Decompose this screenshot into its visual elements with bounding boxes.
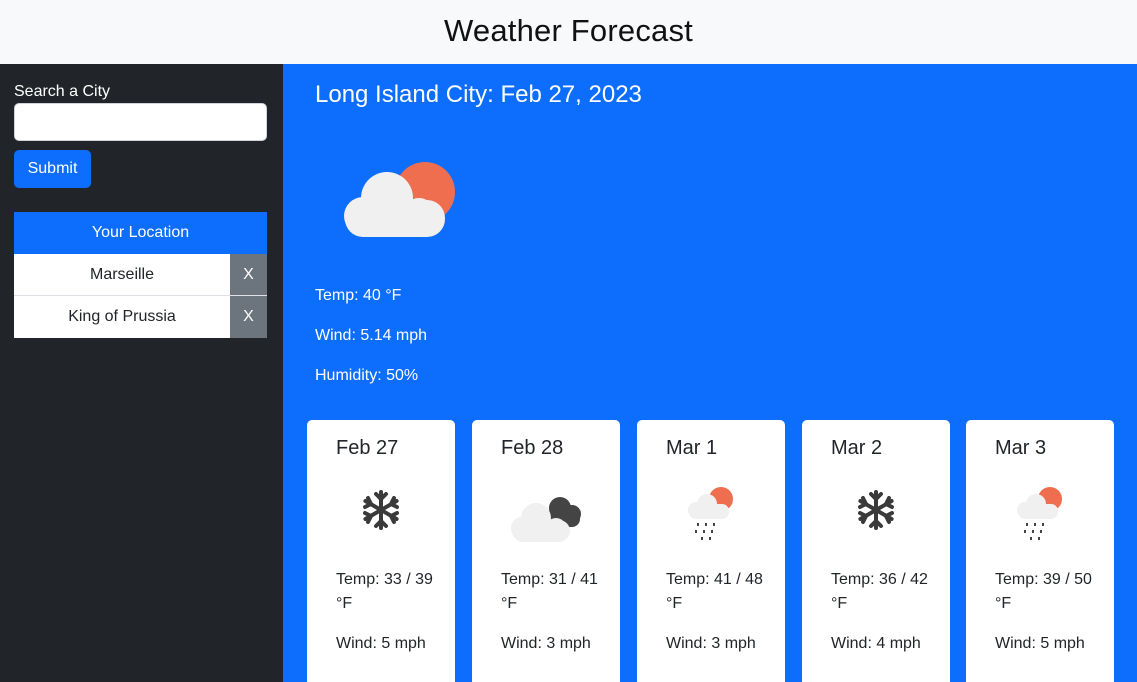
saved-locations-list: Your Location Marseille X King of Prussi… (14, 212, 267, 338)
snow-icon (802, 486, 950, 546)
rain-sun-icon (966, 486, 1114, 546)
search-label: Search a City (14, 83, 111, 100)
current-temp: Temp: 40 °F (315, 287, 402, 304)
forecast-card: Feb 27 Temp: 33 / 39 °F Wind: 5 mph (307, 420, 455, 682)
forecast-wind: Wind: 5 mph (995, 635, 1085, 652)
forecast-temp: Temp: 39 / 50 °F (995, 571, 1092, 612)
city-search-input[interactable] (14, 103, 267, 141)
forecast-card: Mar 3 Temp: 39 / 50 °F Wind: 5 mph (966, 420, 1114, 682)
location-item: Marseille X (14, 254, 267, 296)
forecast-card: Mar 2 Temp: 36 / 42 °F Wind: 4 mph (802, 420, 950, 682)
location-item-marseille[interactable]: Marseille (14, 254, 230, 295)
sidebar: Search a City Submit Your Location Marse… (0, 64, 283, 682)
forecast-date: Mar 2 (831, 437, 883, 459)
submit-button[interactable]: Submit (14, 150, 91, 188)
forecast-date: Mar 1 (666, 437, 718, 459)
forecast-date: Feb 28 (501, 437, 564, 459)
forecast-wind: Wind: 3 mph (666, 635, 756, 652)
forecast-wind: Wind: 3 mph (501, 635, 591, 652)
location-item: King of Prussia X (14, 296, 267, 338)
forecast-card: Feb 28 Temp: 31 / 41 °F Wind: 3 mph (472, 420, 620, 682)
page-title: Weather Forecast (443, 13, 693, 48)
forecast-date: Feb 27 (336, 437, 399, 459)
forecast-temp: Temp: 41 / 48 °F (666, 571, 763, 612)
current-city-title: Long Island City: Feb 27, 2023 (315, 81, 642, 108)
forecast-temp: Temp: 31 / 41 °F (501, 571, 598, 612)
rain-sun-icon (637, 486, 785, 546)
current-weather-panel: Long Island City: Feb 27, 2023 Temp: 40 … (283, 64, 1137, 682)
location-item-king-of-prussia[interactable]: King of Prussia (14, 296, 230, 338)
cloudy-night-icon (472, 486, 620, 546)
forecast-card: Mar 1 Temp: 41 / 48 °F Wind: 3 mph (637, 420, 785, 682)
forecast-wind: Wind: 5 mph (336, 635, 426, 652)
current-humidity: Humidity: 50% (315, 367, 419, 384)
your-location-button[interactable]: Your Location (14, 212, 267, 254)
forecast-temp: Temp: 36 / 42 °F (831, 571, 928, 612)
partly-cloudy-sun-icon (325, 152, 465, 252)
forecast-temp: Temp: 33 / 39 °F (336, 571, 433, 612)
forecast-wind: Wind: 4 mph (831, 635, 921, 652)
forecast-date: Mar 3 (995, 437, 1047, 459)
remove-location-button[interactable]: X (230, 254, 267, 295)
snow-icon (307, 486, 455, 546)
app-header: Weather Forecast (0, 0, 1137, 64)
current-wind: Wind: 5.14 mph (315, 327, 428, 344)
remove-location-button[interactable]: X (230, 296, 267, 338)
